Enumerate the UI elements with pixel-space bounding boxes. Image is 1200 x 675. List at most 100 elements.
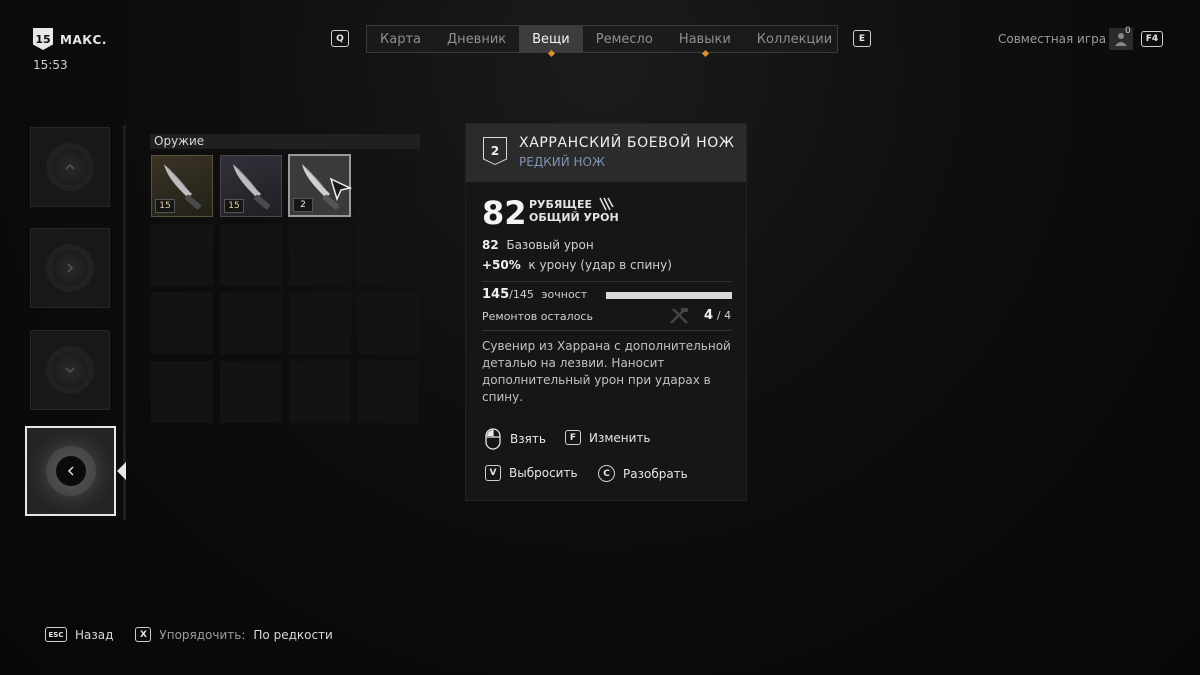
player-level-label: МАКС.: [60, 33, 107, 47]
inventory-slot-empty[interactable]: [289, 224, 351, 286]
inventory-slot-empty[interactable]: [357, 361, 419, 423]
bonus-damage-label: к урону (удар в спину): [528, 258, 672, 272]
coop-key[interactable]: F4: [1141, 31, 1163, 47]
player-level: 15: [35, 32, 51, 46]
item-detail-card: 2 ХАРРАНСКИЙ БОЕВОЙ НОЖ РЕДКИЙ НОЖ 82 РУ…: [465, 123, 747, 501]
dismantle-key: C: [598, 465, 615, 482]
item-description: Сувенир из Харрана с дополнительной дета…: [482, 339, 731, 404]
item-rarity: РЕДКИЙ НОЖ: [519, 155, 605, 169]
category-rail: [123, 125, 126, 520]
inventory-slot-empty[interactable]: [357, 224, 419, 286]
tab-map[interactable]: Карта: [367, 26, 434, 52]
tab-inventory[interactable]: Вещи: [519, 26, 583, 58]
category-right[interactable]: [30, 228, 110, 308]
mouse-left-click-icon: [485, 428, 501, 450]
slash-damage-icon: [599, 197, 614, 211]
damage-label: ОБЩИЙ УРОН: [529, 211, 619, 224]
durability-current: 145: [482, 287, 510, 302]
base-damage-value: 82: [482, 238, 499, 252]
inventory-slot-empty[interactable]: [220, 224, 282, 286]
inventory-slot-empty[interactable]: [151, 361, 213, 423]
tab-journal[interactable]: Дневник: [434, 26, 519, 52]
take-label: Взять: [510, 432, 546, 446]
chevron-up-icon: [52, 149, 88, 185]
dismantle-action[interactable]: C Разобрать: [598, 465, 688, 482]
new-indicator-dot: [547, 49, 555, 58]
cursor-icon: [329, 177, 353, 202]
item-level-badge: 2: [483, 137, 507, 165]
repairs-value: 4: [704, 308, 714, 323]
total-damage-value: 82: [482, 194, 527, 232]
inventory-slot-empty[interactable]: [357, 155, 419, 217]
durability-max: /145: [509, 288, 534, 301]
inventory-slot-knife[interactable]: 15: [151, 155, 213, 217]
drop-label: Выбросить: [509, 466, 578, 480]
base-damage-label: Базовый урон: [506, 238, 594, 252]
tab-inventory-label: Вещи: [532, 31, 570, 47]
coop-count: 0: [1125, 26, 1131, 36]
tab-journal-label: Дневник: [447, 31, 507, 47]
drop-action[interactable]: V Выбросить: [485, 465, 578, 481]
tab-skills[interactable]: Навыки: [666, 26, 744, 58]
selection-pointer-icon: [117, 462, 126, 480]
category-left-selected[interactable]: [25, 426, 116, 516]
repairs-max: / 4: [716, 309, 732, 322]
durability-label: эочност: [541, 288, 588, 301]
dismantle-label: Разобрать: [623, 466, 688, 481]
new-indicator-dot: [701, 49, 709, 58]
chevron-right-icon: [52, 250, 88, 286]
item-detail-header: 2 ХАРРАНСКИЙ БОЕВОЙ НОЖ РЕДКИЙ НОЖ: [466, 124, 746, 182]
chevron-down-icon: [52, 352, 88, 388]
modify-key: F: [565, 430, 581, 445]
main-tabs: Карта Дневник Вещи Ремесло Навыки Коллек…: [366, 25, 838, 58]
footer-controls: ESC Назад X Упорядочить: По редкости: [45, 627, 333, 642]
player-level-badge: 15: [33, 28, 53, 50]
inventory-slot-knife[interactable]: 15: [220, 155, 282, 217]
coop-label[interactable]: Совместная игра: [998, 32, 1106, 46]
prev-tab-key[interactable]: Q: [331, 30, 349, 47]
sort-value[interactable]: По редкости: [253, 628, 332, 642]
modify-label: Изменить: [589, 430, 651, 445]
damage-type-label: РУБЯЩЕЕ: [529, 198, 593, 211]
inventory-slot-empty[interactable]: [220, 361, 282, 423]
inventory-slot-empty[interactable]: [289, 361, 351, 423]
back-key[interactable]: ESC: [45, 627, 67, 642]
tab-collections-label: Коллекции: [756, 31, 833, 47]
tab-collections[interactable]: Коллекции: [744, 26, 845, 52]
repairs-label: Ремонтов осталось: [482, 310, 593, 323]
inventory-slot-knife-selected[interactable]: 2: [288, 154, 353, 217]
section-title: Оружие: [150, 134, 420, 149]
item-detail-level: 2: [490, 144, 500, 158]
tab-crafting-label: Ремесло: [595, 31, 653, 47]
bonus-damage-value: +50%: [482, 258, 521, 272]
repair-tools-icon: [670, 308, 688, 324]
category-down[interactable]: [30, 330, 110, 410]
repairs-count: 4 / 4: [704, 308, 731, 323]
modify-action[interactable]: F Изменить: [565, 430, 651, 445]
divider: [482, 330, 732, 331]
sort-label[interactable]: Упорядочить:: [159, 628, 245, 642]
tab-crafting[interactable]: Ремесло: [583, 26, 666, 52]
chevron-left-icon: [55, 456, 86, 486]
item-level: 2: [293, 198, 313, 212]
clock-time: 15:53: [33, 58, 68, 72]
back-label[interactable]: Назад: [75, 628, 113, 642]
durability-bar-fill: [606, 292, 732, 299]
inventory-slot-empty[interactable]: [151, 224, 213, 286]
base-damage-row: 82 Базовый урон: [482, 238, 594, 252]
damage-type: РУБЯЩЕЕ: [529, 197, 614, 211]
inventory-slot-empty[interactable]: [357, 292, 419, 354]
sort-key[interactable]: X: [135, 627, 152, 642]
tab-map-label: Карта: [380, 31, 421, 47]
item-level: 15: [224, 199, 244, 213]
take-action[interactable]: Взять: [484, 428, 546, 450]
inventory-slot-empty[interactable]: [151, 292, 213, 354]
item-level: 15: [155, 199, 175, 213]
drop-key: V: [485, 465, 501, 481]
tab-skills-label: Навыки: [678, 31, 731, 47]
category-up[interactable]: [30, 127, 110, 207]
next-tab-key[interactable]: E: [853, 30, 871, 47]
inventory-slot-empty[interactable]: [289, 292, 351, 354]
divider: [482, 281, 732, 282]
inventory-slot-empty[interactable]: [220, 292, 282, 354]
